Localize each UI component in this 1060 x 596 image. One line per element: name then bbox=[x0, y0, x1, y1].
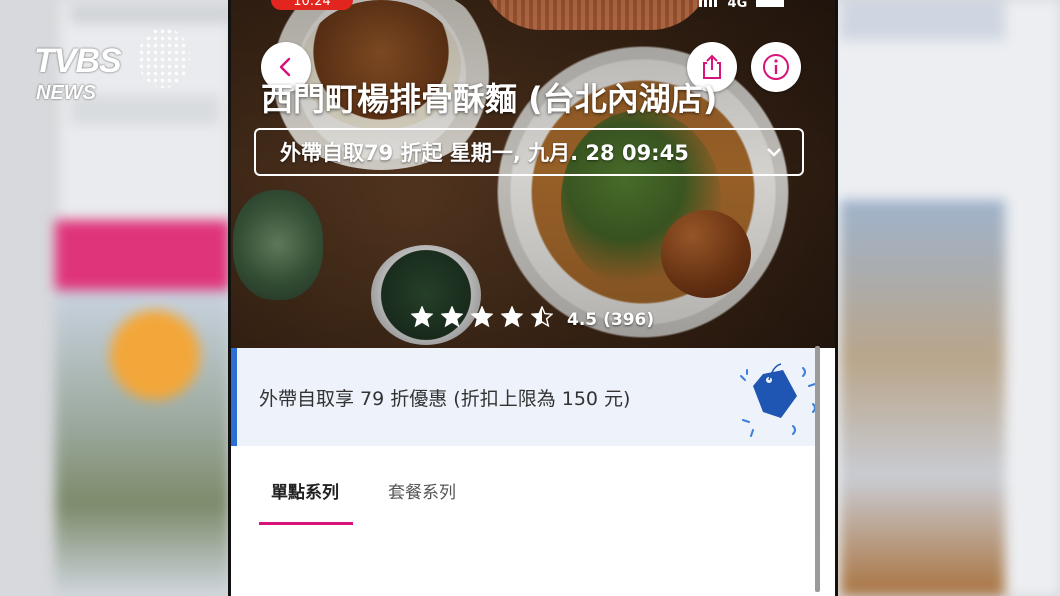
battery-icon bbox=[755, 0, 784, 7]
menu-tabs: 單點系列 套餐系列 bbox=[231, 446, 817, 528]
logo-main-text: TVBS bbox=[34, 42, 122, 80]
pickup-time-select[interactable]: 外帶自取79 折起 星期一, 九月. 28 09:45 bbox=[254, 128, 804, 176]
status-indicators: 4G bbox=[699, 0, 784, 11]
star-icon bbox=[410, 305, 434, 328]
logo-sub-text: NEWS bbox=[36, 82, 96, 104]
menu-content-area bbox=[231, 528, 817, 596]
pickup-time-label: 外帶自取79 折起 星期一, 九月. 28 09:45 bbox=[280, 141, 689, 165]
tvbs-news-logo: TVBS NEWS bbox=[34, 28, 194, 112]
star-icon bbox=[530, 305, 554, 328]
rating-count: (396) bbox=[603, 309, 655, 330]
signal-icon bbox=[699, 0, 719, 7]
star-icon bbox=[470, 305, 494, 328]
chevron-down-icon bbox=[767, 148, 781, 157]
rating-stars bbox=[410, 305, 561, 333]
star-icon bbox=[500, 305, 524, 328]
tab-single-items[interactable]: 單點系列 bbox=[271, 478, 339, 503]
active-tab-indicator bbox=[259, 522, 353, 525]
promo-text: 外帶自取享 79 折優惠 (折扣上限為 150 元) bbox=[259, 388, 631, 410]
store-rating: 4.5 (396) bbox=[410, 305, 655, 333]
rating-value: 4.5 bbox=[567, 309, 598, 330]
network-label: 4G bbox=[727, 0, 748, 11]
phone-screen: 10:24 4G 西門町楊排骨酥麵 (台北內湖店) 外帶自取79 折起 星期一,… bbox=[228, 0, 838, 596]
scrollbar[interactable] bbox=[815, 346, 820, 592]
logo-dots bbox=[138, 28, 190, 88]
tab-set-meals[interactable]: 套餐系列 bbox=[388, 478, 456, 503]
status-time-badge: 10:24 bbox=[271, 0, 353, 10]
store-name: 西門町楊排骨酥麵 (台北內湖店) bbox=[261, 80, 718, 118]
promo-banner: 外帶自取享 79 折優惠 (折扣上限為 150 元) bbox=[231, 348, 817, 446]
star-icon bbox=[440, 305, 464, 328]
price-tag-icon bbox=[740, 363, 816, 437]
